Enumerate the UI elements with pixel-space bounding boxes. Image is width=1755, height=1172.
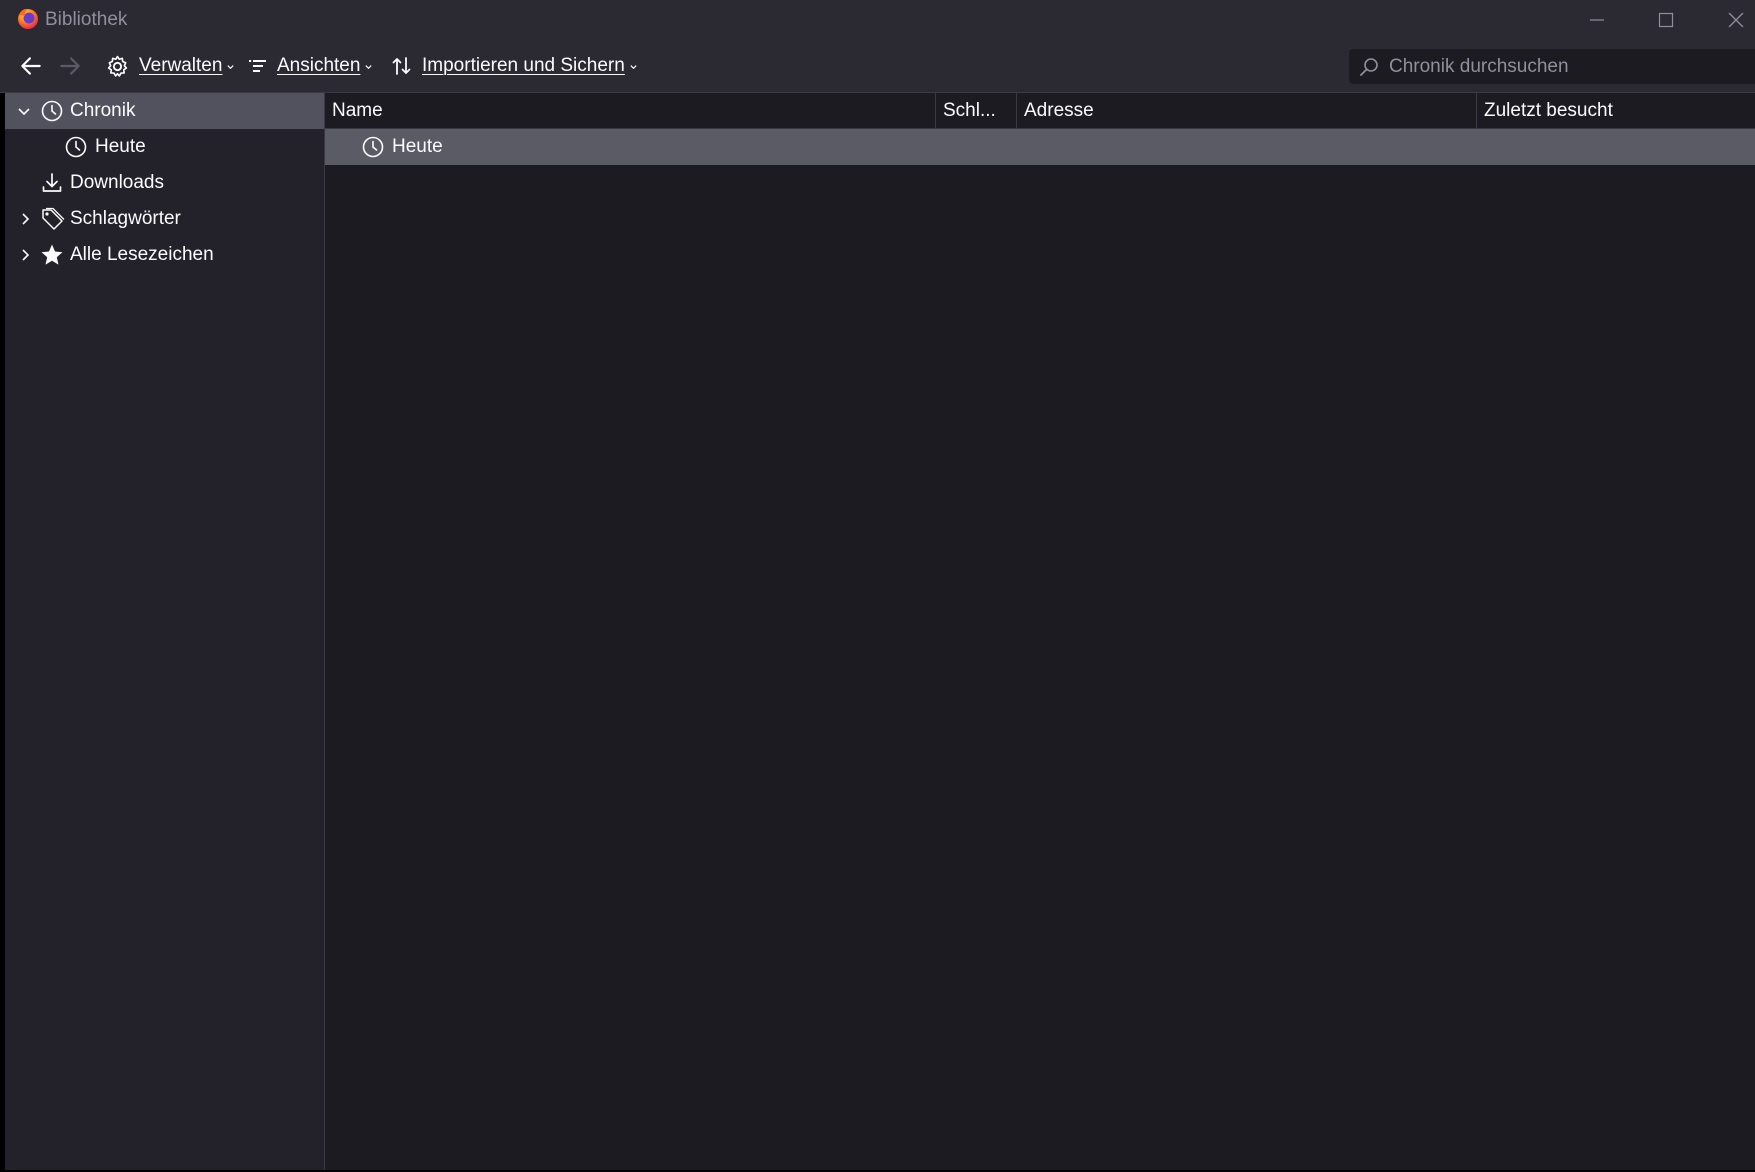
minimize-button[interactable] — [1567, 0, 1627, 40]
toolbar: Verwalten Ansichten Importieren und Sich… — [0, 40, 1755, 93]
column-header-last-visited[interactable]: Zuletzt besucht — [1477, 93, 1755, 128]
sidebar-tree: Chronik Heute Downloads Schlagwörter All… — [5, 93, 325, 1172]
title-bar: Bibliothek — [0, 0, 1755, 40]
maximize-icon — [1658, 12, 1674, 28]
chevron-down-icon — [227, 64, 235, 69]
manage-menu-label: Verwalten — [139, 55, 223, 76]
column-header-address[interactable]: Adresse — [1017, 93, 1477, 128]
sidebar-item-all-bookmarks[interactable]: Alle Lesezeichen — [5, 237, 324, 273]
chevron-down-icon — [365, 64, 373, 69]
table-row[interactable]: Heute — [325, 129, 1755, 165]
gear-icon — [107, 55, 128, 77]
close-button[interactable] — [1706, 0, 1755, 40]
firefox-icon — [18, 8, 38, 29]
chevron-right-icon[interactable] — [17, 247, 33, 263]
sidebar-item-label: Heute — [95, 136, 146, 157]
forward-button[interactable] — [57, 48, 83, 84]
manage-menu-button[interactable]: Verwalten — [105, 48, 235, 84]
back-button[interactable] — [18, 48, 44, 84]
download-icon — [42, 173, 62, 192]
column-header-keyword[interactable]: Schl... — [936, 93, 1017, 128]
history-list: Name Schl... Adresse Zuletzt besucht Heu… — [325, 93, 1755, 1172]
window-title: Bibliothek — [45, 9, 128, 30]
clock-icon — [362, 136, 384, 158]
row-name: Heute — [392, 136, 443, 157]
chevron-down-icon[interactable] — [16, 103, 32, 119]
minimize-icon — [1590, 19, 1604, 21]
search-input[interactable] — [1387, 50, 1731, 83]
import-backup-menu-label: Importieren und Sichern — [422, 55, 625, 76]
sort-arrows-icon — [392, 57, 411, 75]
sidebar-item-label: Schlagwörter — [70, 208, 181, 229]
star-icon — [41, 244, 63, 265]
sidebar-item-label: Alle Lesezeichen — [70, 244, 214, 265]
chevron-right-icon[interactable] — [17, 211, 33, 227]
arrow-right-icon — [60, 57, 80, 75]
list-icon — [249, 60, 266, 72]
sidebar-item-label: Downloads — [70, 172, 164, 193]
chevron-down-icon — [630, 64, 637, 69]
sidebar-item-today[interactable]: Heute — [5, 129, 324, 165]
search-icon — [1360, 57, 1378, 76]
clock-icon — [41, 100, 63, 122]
maximize-button[interactable] — [1636, 0, 1696, 40]
close-icon — [1728, 12, 1744, 28]
search-box[interactable] — [1349, 49, 1755, 84]
sidebar-item-label: Chronik — [70, 100, 136, 121]
column-header-name[interactable]: Name — [325, 93, 936, 128]
sidebar-item-history[interactable]: Chronik — [5, 93, 324, 129]
clock-icon — [65, 136, 87, 158]
views-menu-button[interactable]: Ansichten — [248, 48, 373, 84]
sidebar-item-downloads[interactable]: Downloads — [5, 165, 324, 201]
views-menu-label: Ansichten — [277, 55, 361, 76]
import-backup-menu-button[interactable]: Importieren und Sichern — [391, 48, 638, 84]
library-window: Bibliothek Verwalten Ansichten Importier… — [0, 0, 1755, 1172]
tag-icon — [42, 207, 65, 230]
column-header-row: Name Schl... Adresse Zuletzt besucht — [325, 93, 1755, 129]
arrow-left-icon — [21, 57, 41, 75]
sidebar-item-tags[interactable]: Schlagwörter — [5, 201, 324, 237]
